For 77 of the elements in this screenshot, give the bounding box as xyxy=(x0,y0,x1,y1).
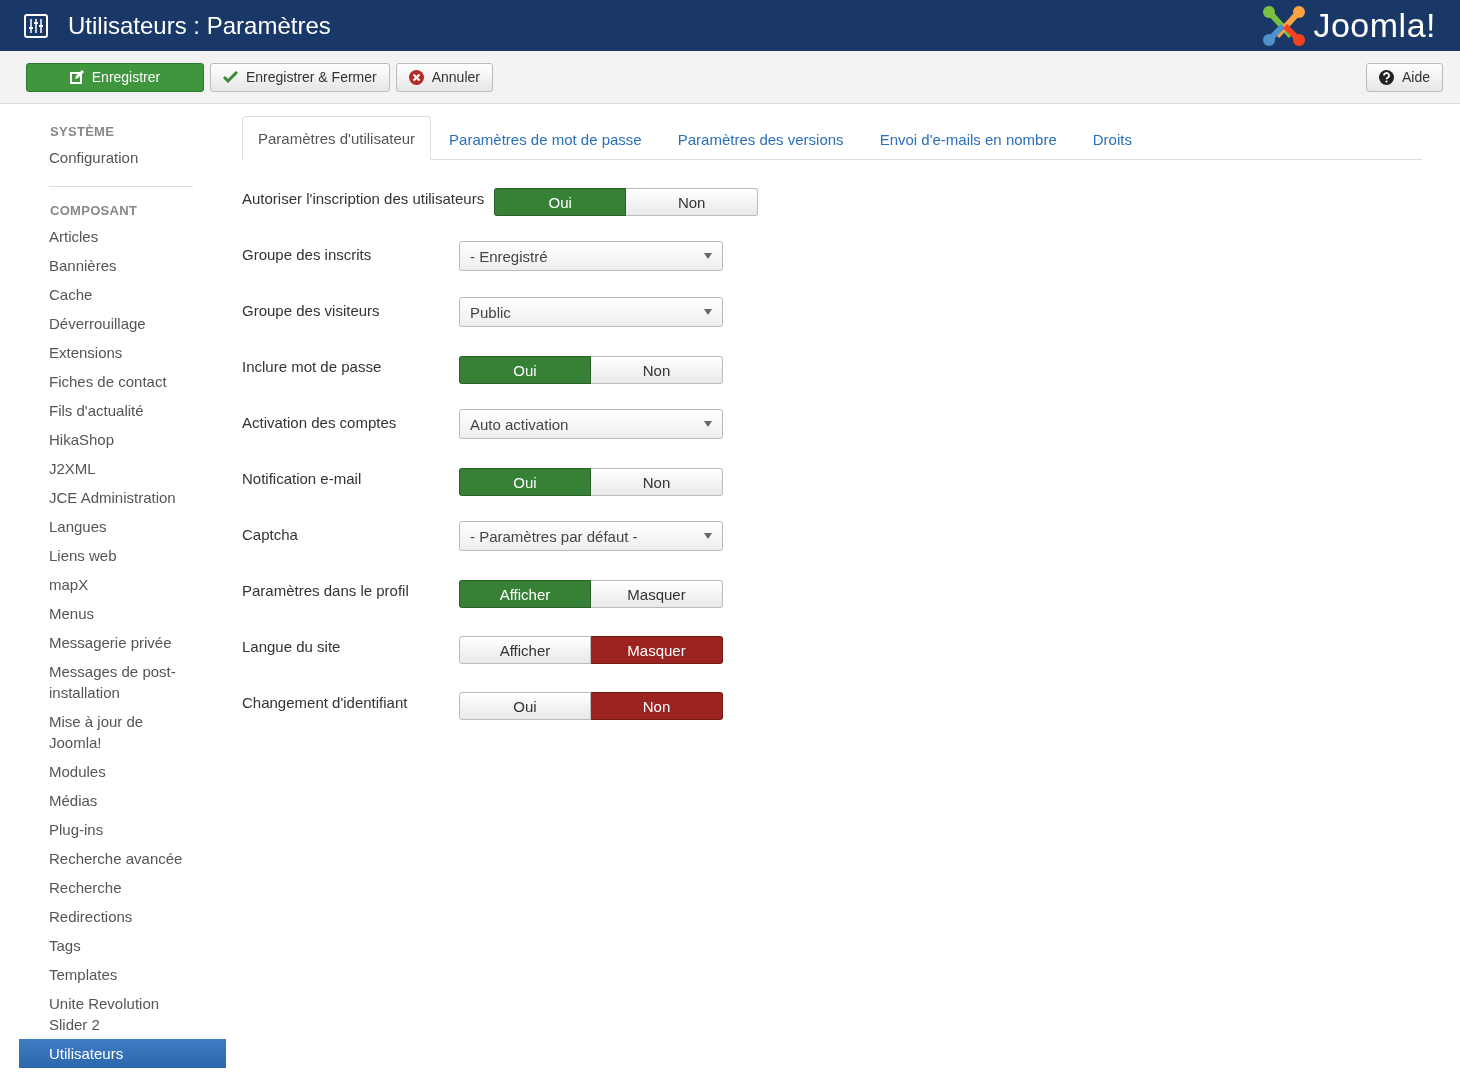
sidebar-heading: COMPOSANT xyxy=(49,202,139,220)
toolbar-button[interactable]: Enregistrer xyxy=(26,62,204,92)
dropdown[interactable]: - Paramètres par défaut - xyxy=(459,521,723,551)
sidebar-item[interactable]: Cache xyxy=(19,280,214,309)
dropdown[interactable]: Public xyxy=(459,297,723,327)
field-label: Langue du site xyxy=(242,637,342,655)
sidebar-item[interactable]: Liens web xyxy=(19,541,214,570)
cancel-icon xyxy=(408,69,424,85)
toggle-option[interactable]: Afficher xyxy=(459,636,591,664)
sidebar-item[interactable]: Unite Revolution Slider 2 xyxy=(19,989,214,1039)
toggle-option[interactable]: Masquer xyxy=(591,636,723,664)
field-label: Activation des comptes xyxy=(242,413,398,431)
toggle-option[interactable]: Non xyxy=(626,188,759,216)
sidebar-item[interactable]: Recherche xyxy=(19,873,214,902)
field-label: Autoriser l'inscription des utilisateurs xyxy=(242,189,486,207)
caret-icon xyxy=(704,421,712,427)
toggle-option[interactable]: Oui xyxy=(459,468,591,496)
field-label: Inclure mot de passe xyxy=(242,357,383,375)
sidebar-item[interactable]: Menus xyxy=(19,599,214,628)
sidebar-item[interactable]: Fils d'actualité xyxy=(19,396,214,425)
toolbar-button[interactable]: Enregistrer & Fermer xyxy=(210,62,390,92)
caret-icon xyxy=(704,309,712,315)
field-label: Groupe des inscrits xyxy=(242,245,373,263)
dropdown[interactable]: - Enregistré xyxy=(459,241,723,271)
field-label: Changement d'identifiant xyxy=(242,693,409,711)
toggle-option[interactable]: Non xyxy=(591,356,723,384)
sidebar-item[interactable]: Mise à jour de Joomla! xyxy=(19,707,214,757)
sidebar-item[interactable]: J2XML xyxy=(19,454,214,483)
logo-icon xyxy=(1261,3,1308,48)
tab[interactable]: Droits xyxy=(1074,117,1150,160)
sidebar-item[interactable]: Médias xyxy=(19,786,214,815)
field-label: Notification e-mail xyxy=(242,469,363,487)
sidebar-item[interactable]: Tags xyxy=(19,931,214,960)
sidebar-item[interactable]: Redirections xyxy=(19,902,214,931)
sidebar-item[interactable]: Extensions xyxy=(19,338,214,367)
sidebar-item[interactable]: JCE Administration xyxy=(19,483,214,512)
field-label: Paramètres dans le profil xyxy=(242,581,410,599)
toggle-option[interactable]: Oui xyxy=(459,356,591,384)
sidebar-item[interactable]: Messages de post-installation xyxy=(19,657,214,707)
sidebar-item[interactable]: Utilisateurs xyxy=(19,1039,226,1068)
sidebar-item[interactable]: Langues xyxy=(19,512,214,541)
edit-icon xyxy=(69,70,84,84)
toggle-option[interactable]: Non xyxy=(591,692,723,720)
sidebar-item[interactable]: Recherche avancée xyxy=(19,844,214,873)
logo-text: Joomla! xyxy=(1313,6,1436,45)
caret-icon xyxy=(704,253,712,259)
sidebar-item[interactable]: Templates xyxy=(19,960,214,989)
dropdown[interactable]: Auto activation xyxy=(459,409,723,439)
toolbar-button[interactable]: Annuler xyxy=(395,62,493,92)
field-label: Groupe des visiteurs xyxy=(242,301,381,319)
sidebar-heading: SYSTÈME xyxy=(49,123,116,141)
field-label: Captcha xyxy=(242,525,299,543)
toggle-option[interactable]: Oui xyxy=(459,692,591,720)
sidebar-item[interactable]: mapX xyxy=(19,570,214,599)
sidebar-item[interactable]: Bannières xyxy=(19,251,214,280)
tab[interactable]: Paramètres des versions xyxy=(659,117,862,160)
toggle-option[interactable]: Masquer xyxy=(591,580,723,608)
sidebar-item[interactable]: Déverrouillage xyxy=(19,309,214,338)
sidebar-item[interactable]: Configuration xyxy=(19,143,214,172)
toggle-option[interactable]: Afficher xyxy=(459,580,591,608)
caret-icon xyxy=(704,533,712,539)
tab[interactable]: Envoi d'e-mails en nombre xyxy=(861,117,1075,160)
sidebar-item[interactable]: Plug-ins xyxy=(19,815,214,844)
sidebar-item[interactable]: Articles xyxy=(19,222,214,251)
help-icon xyxy=(1378,69,1394,85)
page-title: Utilisateurs : Paramètres xyxy=(68,11,332,40)
tab[interactable]: Paramètres de mot de passe xyxy=(431,117,660,160)
toggle-option[interactable]: Non xyxy=(591,468,723,496)
sidebar-item[interactable]: Fiches de contact xyxy=(19,367,214,396)
toggle-option[interactable]: Oui xyxy=(494,188,627,216)
sidebar-item[interactable]: HikaShop xyxy=(19,425,214,454)
check-icon xyxy=(223,71,238,83)
tab[interactable]: Paramètres d'utilisateur xyxy=(242,116,432,160)
help-button[interactable]: Aide xyxy=(1365,62,1443,92)
settings-icon xyxy=(24,13,48,38)
sidebar-item[interactable]: Messagerie privée xyxy=(19,628,214,657)
sidebar-item[interactable]: Modules xyxy=(19,757,214,786)
